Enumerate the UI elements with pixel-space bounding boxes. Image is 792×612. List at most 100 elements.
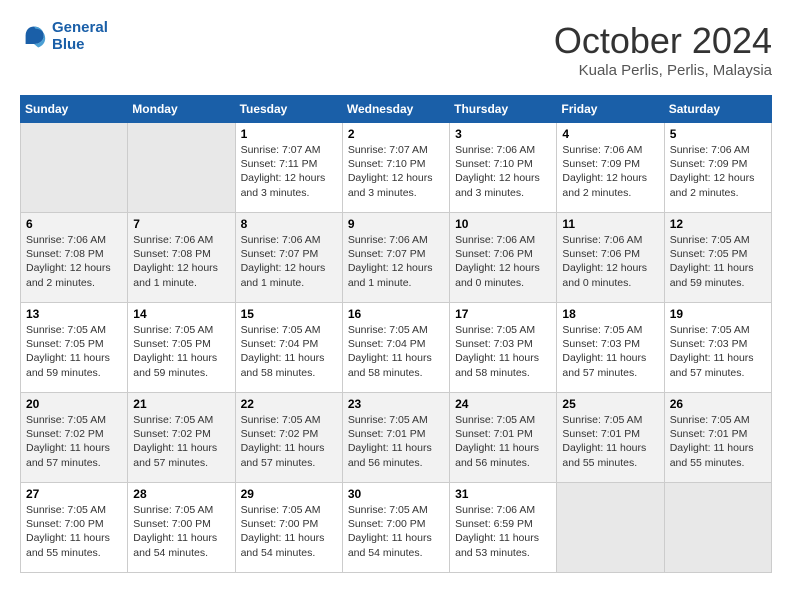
calendar-header: SundayMondayTuesdayWednesdayThursdayFrid… bbox=[21, 96, 772, 123]
day-number: 3 bbox=[455, 127, 551, 141]
day-number: 28 bbox=[133, 487, 229, 501]
day-info: Sunrise: 7:05 AM Sunset: 7:01 PM Dayligh… bbox=[562, 413, 658, 470]
day-info: Sunrise: 7:05 AM Sunset: 7:00 PM Dayligh… bbox=[26, 503, 122, 560]
calendar-cell: 6Sunrise: 7:06 AM Sunset: 7:08 PM Daylig… bbox=[21, 213, 128, 303]
calendar-cell: 1Sunrise: 7:07 AM Sunset: 7:11 PM Daylig… bbox=[235, 123, 342, 213]
day-number: 31 bbox=[455, 487, 551, 501]
day-info: Sunrise: 7:05 AM Sunset: 7:01 PM Dayligh… bbox=[348, 413, 444, 470]
page-header: General Blue October 2024 Kuala Perlis, … bbox=[20, 20, 772, 79]
day-number: 21 bbox=[133, 397, 229, 411]
day-info: Sunrise: 7:06 AM Sunset: 7:07 PM Dayligh… bbox=[348, 233, 444, 290]
location: Kuala Perlis, Perlis, Malaysia bbox=[554, 62, 772, 79]
calendar-cell bbox=[21, 123, 128, 213]
day-header-monday: Monday bbox=[128, 96, 235, 123]
day-info: Sunrise: 7:05 AM Sunset: 7:05 PM Dayligh… bbox=[670, 233, 766, 290]
calendar-cell: 24 Sunrise: 7:05 AM Sunset: 7:01 PM Dayli… bbox=[450, 393, 557, 483]
week-row-3: 13 Sunrise: 7:05 AM Sunset: 7:05 PM Dayli… bbox=[21, 303, 772, 393]
day-number: 18 bbox=[562, 307, 658, 321]
calendar-cell bbox=[128, 123, 235, 213]
week-row-5: 27 Sunrise: 7:05 AM Sunset: 7:00 PM Dayli… bbox=[21, 483, 772, 573]
day-number: 13 bbox=[26, 307, 122, 321]
calendar-cell: 25 Sunrise: 7:05 AM Sunset: 7:01 PM Dayli… bbox=[557, 393, 664, 483]
calendar-cell: 30 Sunrise: 7:05 AM Sunset: 7:00 PM Dayli… bbox=[342, 483, 449, 573]
day-info: Sunrise: 7:06 AM Sunset: 7:10 PM Dayligh… bbox=[455, 143, 551, 200]
day-number: 14 bbox=[133, 307, 229, 321]
day-number: 11 bbox=[562, 217, 658, 231]
day-info: Sunrise: 7:05 AM Sunset: 7:04 PM Dayligh… bbox=[241, 323, 337, 380]
calendar-cell: 13 Sunrise: 7:05 AM Sunset: 7:05 PM Dayli… bbox=[21, 303, 128, 393]
day-number: 16 bbox=[348, 307, 444, 321]
day-info: Sunrise: 7:05 AM Sunset: 7:04 PM Dayligh… bbox=[348, 323, 444, 380]
day-info: Sunrise: 7:06 AM Sunset: 7:06 PM Dayligh… bbox=[455, 233, 551, 290]
title-area: October 2024 Kuala Perlis, Perlis, Malay… bbox=[554, 20, 772, 79]
day-info: Sunrise: 7:06 AM Sunset: 7:09 PM Dayligh… bbox=[562, 143, 658, 200]
calendar-cell: 27 Sunrise: 7:05 AM Sunset: 7:00 PM Dayli… bbox=[21, 483, 128, 573]
day-number: 23 bbox=[348, 397, 444, 411]
month-title: October 2024 bbox=[554, 20, 772, 62]
calendar-cell: 5 Sunrise: 7:06 AM Sunset: 7:09 PM Daylig… bbox=[664, 123, 771, 213]
calendar-cell: 21 Sunrise: 7:05 AM Sunset: 7:02 PM Dayli… bbox=[128, 393, 235, 483]
calendar-cell: 8 Sunrise: 7:06 AM Sunset: 7:07 PM Daylig… bbox=[235, 213, 342, 303]
day-info: Sunrise: 7:05 AM Sunset: 7:02 PM Dayligh… bbox=[133, 413, 229, 470]
calendar-cell: 20Sunrise: 7:05 AM Sunset: 7:02 PM Dayli… bbox=[21, 393, 128, 483]
calendar-cell: 29Sunrise: 7:05 AM Sunset: 7:00 PM Dayli… bbox=[235, 483, 342, 573]
day-number: 26 bbox=[670, 397, 766, 411]
calendar-cell: 31Sunrise: 7:06 AM Sunset: 6:59 PM Dayli… bbox=[450, 483, 557, 573]
day-info: Sunrise: 7:05 AM Sunset: 7:05 PM Dayligh… bbox=[26, 323, 122, 380]
day-info: Sunrise: 7:06 AM Sunset: 7:08 PM Dayligh… bbox=[26, 233, 122, 290]
day-info: Sunrise: 7:05 AM Sunset: 7:01 PM Dayligh… bbox=[455, 413, 551, 470]
day-info: Sunrise: 7:06 AM Sunset: 7:07 PM Dayligh… bbox=[241, 233, 337, 290]
day-info: Sunrise: 7:05 AM Sunset: 7:02 PM Dayligh… bbox=[241, 413, 337, 470]
day-info: Sunrise: 7:05 AM Sunset: 7:00 PM Dayligh… bbox=[133, 503, 229, 560]
calendar-cell: 11 Sunrise: 7:06 AM Sunset: 7:06 PM Dayli… bbox=[557, 213, 664, 303]
calendar-cell: 17 Sunrise: 7:05 AM Sunset: 7:03 PM Dayli… bbox=[450, 303, 557, 393]
day-info: Sunrise: 7:05 AM Sunset: 7:03 PM Dayligh… bbox=[455, 323, 551, 380]
day-number: 12 bbox=[670, 217, 766, 231]
day-info: Sunrise: 7:05 AM Sunset: 7:05 PM Dayligh… bbox=[133, 323, 229, 380]
day-number: 4 bbox=[562, 127, 658, 141]
calendar-cell: 16 Sunrise: 7:05 AM Sunset: 7:04 PM Dayli… bbox=[342, 303, 449, 393]
day-number: 10 bbox=[455, 217, 551, 231]
day-info: Sunrise: 7:05 AM Sunset: 7:01 PM Dayligh… bbox=[670, 413, 766, 470]
calendar-body: 1Sunrise: 7:07 AM Sunset: 7:11 PM Daylig… bbox=[21, 123, 772, 573]
day-info: Sunrise: 7:06 AM Sunset: 7:06 PM Dayligh… bbox=[562, 233, 658, 290]
logo-icon bbox=[20, 23, 48, 51]
calendar-table: SundayMondayTuesdayWednesdayThursdayFrid… bbox=[20, 95, 772, 573]
calendar-cell: 9 Sunrise: 7:06 AM Sunset: 7:07 PM Daylig… bbox=[342, 213, 449, 303]
calendar-cell: 28 Sunrise: 7:05 AM Sunset: 7:00 PM Dayli… bbox=[128, 483, 235, 573]
calendar-cell bbox=[557, 483, 664, 573]
day-number: 5 bbox=[670, 127, 766, 141]
calendar-cell: 19Sunrise: 7:05 AM Sunset: 7:03 PM Dayli… bbox=[664, 303, 771, 393]
day-number: 9 bbox=[348, 217, 444, 231]
calendar-cell: 22Sunrise: 7:05 AM Sunset: 7:02 PM Dayli… bbox=[235, 393, 342, 483]
day-info: Sunrise: 7:05 AM Sunset: 7:03 PM Dayligh… bbox=[670, 323, 766, 380]
day-info: Sunrise: 7:05 AM Sunset: 7:02 PM Dayligh… bbox=[26, 413, 122, 470]
logo-text: General Blue bbox=[52, 20, 108, 53]
day-number: 2 bbox=[348, 127, 444, 141]
calendar-cell bbox=[664, 483, 771, 573]
day-info: Sunrise: 7:07 AM Sunset: 7:10 PM Dayligh… bbox=[348, 143, 444, 200]
day-number: 7 bbox=[133, 217, 229, 231]
day-header-friday: Friday bbox=[557, 96, 664, 123]
day-info: Sunrise: 7:05 AM Sunset: 7:00 PM Dayligh… bbox=[241, 503, 337, 560]
day-info: Sunrise: 7:06 AM Sunset: 7:08 PM Dayligh… bbox=[133, 233, 229, 290]
day-number: 25 bbox=[562, 397, 658, 411]
day-header-tuesday: Tuesday bbox=[235, 96, 342, 123]
week-row-1: 1Sunrise: 7:07 AM Sunset: 7:11 PM Daylig… bbox=[21, 123, 772, 213]
day-number: 17 bbox=[455, 307, 551, 321]
day-number: 15 bbox=[241, 307, 337, 321]
day-header-saturday: Saturday bbox=[664, 96, 771, 123]
calendar-cell: 26 Sunrise: 7:05 AM Sunset: 7:01 PM Dayli… bbox=[664, 393, 771, 483]
day-number: 24 bbox=[455, 397, 551, 411]
day-number: 8 bbox=[241, 217, 337, 231]
calendar-cell: 18Sunrise: 7:05 AM Sunset: 7:03 PM Dayli… bbox=[557, 303, 664, 393]
day-info: Sunrise: 7:07 AM Sunset: 7:11 PM Dayligh… bbox=[241, 143, 337, 200]
day-number: 30 bbox=[348, 487, 444, 501]
calendar-cell: 23 Sunrise: 7:05 AM Sunset: 7:01 PM Dayli… bbox=[342, 393, 449, 483]
week-row-4: 20Sunrise: 7:05 AM Sunset: 7:02 PM Dayli… bbox=[21, 393, 772, 483]
calendar-cell: 7 Sunrise: 7:06 AM Sunset: 7:08 PM Daylig… bbox=[128, 213, 235, 303]
calendar-cell: 15 Sunrise: 7:05 AM Sunset: 7:04 PM Dayli… bbox=[235, 303, 342, 393]
day-info: Sunrise: 7:05 AM Sunset: 7:00 PM Dayligh… bbox=[348, 503, 444, 560]
day-number: 27 bbox=[26, 487, 122, 501]
day-info: Sunrise: 7:06 AM Sunset: 7:09 PM Dayligh… bbox=[670, 143, 766, 200]
